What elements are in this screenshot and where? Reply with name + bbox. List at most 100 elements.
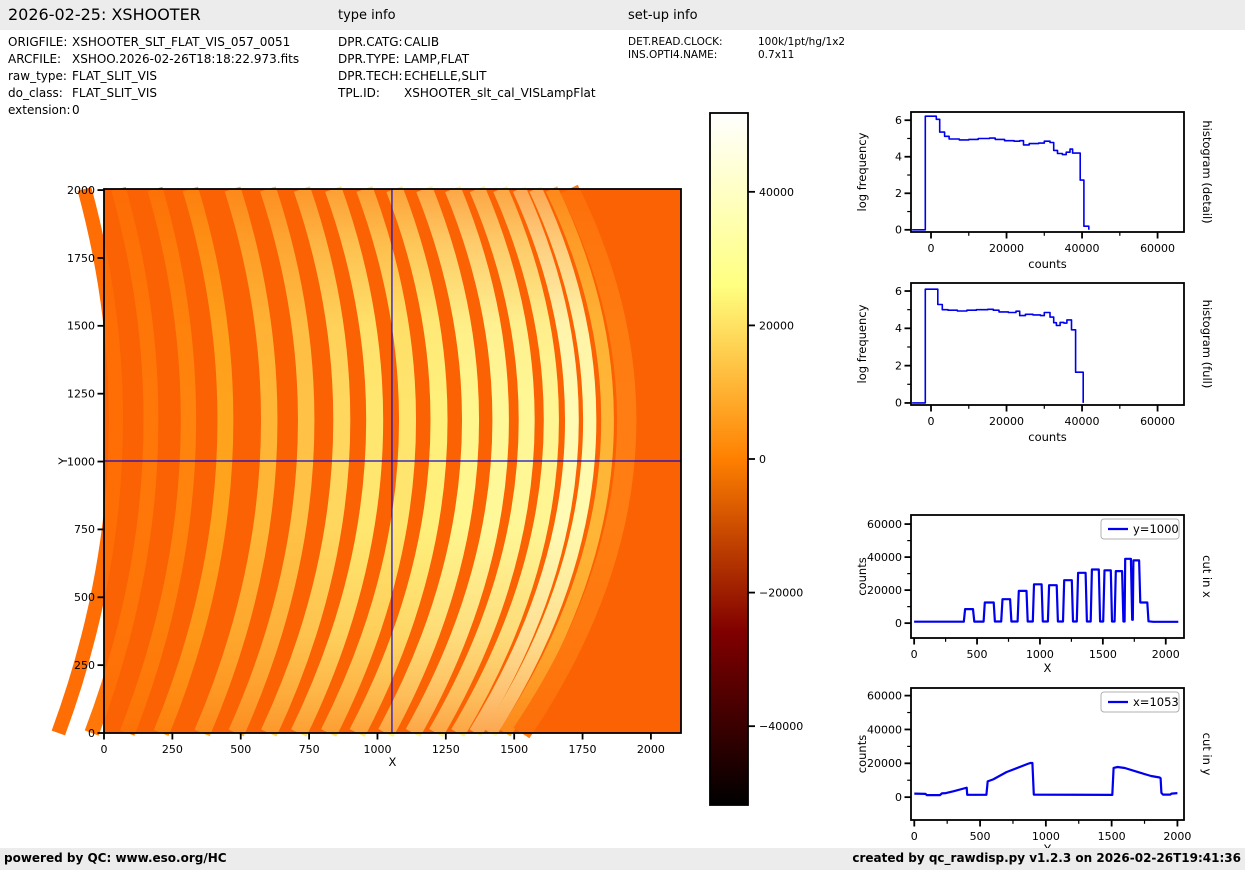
- colorbar-tick-label: −40000: [759, 720, 803, 733]
- type-info-label: DPR.TYPE:: [338, 52, 400, 66]
- x-tick-label: 0: [911, 648, 918, 661]
- file-metadata: ORIGFILE: XSHOOTER_SLT_FLAT_VIS_057_0051 …: [8, 34, 299, 119]
- x-tick-label: 500: [970, 830, 991, 843]
- x-tick-label: 1000: [1026, 648, 1054, 661]
- x-axis-label: counts: [1028, 430, 1066, 444]
- metadata-row: raw_type: FLAT_SLIT_VIS: [8, 68, 299, 85]
- metadata-value: 0: [72, 103, 80, 117]
- metadata-label: do_class:: [8, 86, 63, 100]
- cut-in-x-plot: 0 500 1000 1500 20000200004000060000Xcounts c…: [855, 514, 1214, 675]
- type-info-label: TPL.ID:: [338, 86, 380, 100]
- x-tick-label: 500: [230, 743, 251, 756]
- raw-frame-image: [51, 184, 681, 739]
- setup-info-label: INS.OPTI4.NAME:: [628, 49, 718, 61]
- y-tick-label: 1000: [67, 455, 95, 468]
- x-tick-label: 1750: [569, 743, 597, 756]
- y-tick-label: 4: [895, 322, 902, 335]
- data-line: [912, 288, 1084, 404]
- y-tick-label: 40000: [867, 723, 902, 736]
- data-line: [914, 557, 1179, 623]
- y-tick-label: 20000: [867, 584, 902, 597]
- metadata-label: extension:: [8, 103, 71, 117]
- x-tick-label: 0: [101, 743, 108, 756]
- x-axis-label: X: [389, 755, 397, 769]
- x-tick-label: 0: [928, 415, 935, 428]
- setup-info-label: DET.READ.CLOCK:: [628, 36, 723, 48]
- y-tick-label: 0: [895, 397, 902, 410]
- type-info-heading: type info: [338, 8, 396, 23]
- x-tick-label: 40000: [1065, 242, 1100, 255]
- legend-label: y=1000: [1133, 522, 1179, 536]
- right-axis-label: histogram (full): [1200, 300, 1214, 389]
- x-tick-label: 0: [911, 830, 918, 843]
- x-tick-label: 2000: [637, 743, 665, 756]
- metadata-row: ORIGFILE: XSHOOTER_SLT_FLAT_VIS_057_0051: [8, 34, 299, 51]
- type-info-value: LAMP,FLAT: [404, 52, 470, 66]
- x-tick-label: 1500: [1098, 830, 1126, 843]
- colorbar: 40000 20000 0 −20000 −40000: [709, 112, 803, 806]
- type-info-row: TPL.ID: XSHOOTER_slt_cal_VISLampFlat: [338, 85, 596, 102]
- setup-info-row: DET.READ.CLOCK: 100k/1pt/hg/1x2: [628, 36, 845, 49]
- x-tick-label: 2000: [1152, 648, 1180, 661]
- y-tick-label: 2000: [67, 184, 95, 197]
- y-tick-label: 500: [74, 591, 95, 604]
- y-tick-label: 250: [74, 659, 95, 672]
- type-info-row: DPR.CATG:CALIB: [338, 34, 596, 51]
- legend-label: x=1053: [1133, 695, 1179, 709]
- metadata-value: XSHOOTER_SLT_FLAT_VIS_057_0051: [72, 35, 291, 49]
- qc-report-page: 2026-02-25: XSHOOTER type info set-up in…: [0, 0, 1245, 870]
- footer-bar: powered by QC: www.eso.org/HC created by…: [0, 848, 1245, 870]
- metadata-label: ORIGFILE:: [8, 35, 68, 49]
- data-line: [914, 761, 1178, 797]
- x-tick-label: 0: [928, 242, 935, 255]
- y-tick-label: 60000: [867, 689, 902, 702]
- type-info-value: XSHOOTER_slt_cal_VISLampFlat: [404, 86, 596, 100]
- y-tick-label: 4: [895, 151, 902, 164]
- y-tick-label: 1750: [67, 252, 95, 265]
- x-tick-label: 1500: [1089, 648, 1117, 661]
- colorbar-tick-label: 20000: [759, 319, 794, 332]
- histogram-detail-plot: 0 20000 40000 600000246countslog frequency h…: [855, 111, 1214, 271]
- y-tick-label: 20000: [867, 757, 902, 770]
- metadata-row: do_class: FLAT_SLIT_VIS: [8, 85, 299, 102]
- y-axis-label: counts: [855, 735, 869, 773]
- y-axis-label: counts: [855, 557, 869, 595]
- right-axis-label: cut in x: [1200, 555, 1214, 598]
- x-tick-label: 500: [967, 648, 988, 661]
- type-info-row: DPR.TYPE: LAMP,FLAT: [338, 51, 596, 68]
- y-tick-label: 0: [895, 617, 902, 630]
- colorbar-tick-label: 0: [759, 453, 766, 466]
- colorbar-tick-label: 40000: [759, 186, 794, 199]
- x-tick-label: 1500: [500, 743, 528, 756]
- type-info-row: DPR.TECH:ECHELLE,SLIT: [338, 68, 596, 85]
- x-tick-label: 60000: [1140, 242, 1175, 255]
- metadata-value: FLAT_SLIT_VIS: [72, 86, 158, 100]
- metadata-label: ARCFILE:: [8, 52, 62, 66]
- histogram-full-plot: 0 20000 40000 60000 0 2 4 6 counts log frequency h…: [855, 282, 1214, 444]
- axes-frame: [910, 111, 1185, 233]
- type-info-value: ECHELLE,SLIT: [404, 69, 487, 83]
- x-tick-label: 40000: [1065, 415, 1100, 428]
- x-tick-label: 2000: [1163, 830, 1191, 843]
- y-axis-label: Y: [56, 457, 70, 466]
- x-tick-label: 1000: [363, 743, 391, 756]
- axes-frame: [910, 282, 1185, 406]
- y-tick-label: 6: [895, 114, 902, 127]
- y-tick-label: 0: [88, 727, 95, 740]
- cut-in-y-plot: 05001000150020000200004000060000Ycountsc…: [855, 687, 1214, 856]
- y-tick-label: 2: [895, 359, 902, 372]
- setup-info-block: DET.READ.CLOCK: 100k/1pt/hg/1x2 INS.OPTI4…: [628, 36, 845, 62]
- x-tick-label: 60000: [1140, 415, 1175, 428]
- x-tick-label: 20000: [989, 242, 1024, 255]
- y-tick-label: 1250: [67, 387, 95, 400]
- colorbar-tick-label: −20000: [759, 587, 803, 600]
- metadata-row: ARCFILE: XSHOO.2026-02-26T18:18:22.973.fi…: [8, 51, 299, 68]
- footer-created-by: created by qc_rawdisp.py v1.2.3 on 2026-…: [852, 851, 1241, 865]
- y-tick-label: 40000: [867, 551, 902, 564]
- metadata-label: raw_type:: [8, 69, 67, 83]
- setup-info-value: 0.7x11: [758, 49, 795, 61]
- x-tick-label: 750: [299, 743, 320, 756]
- y-tick-label: 0: [895, 224, 902, 237]
- data-line: [912, 115, 1090, 231]
- y-tick-label: 1500: [67, 320, 95, 333]
